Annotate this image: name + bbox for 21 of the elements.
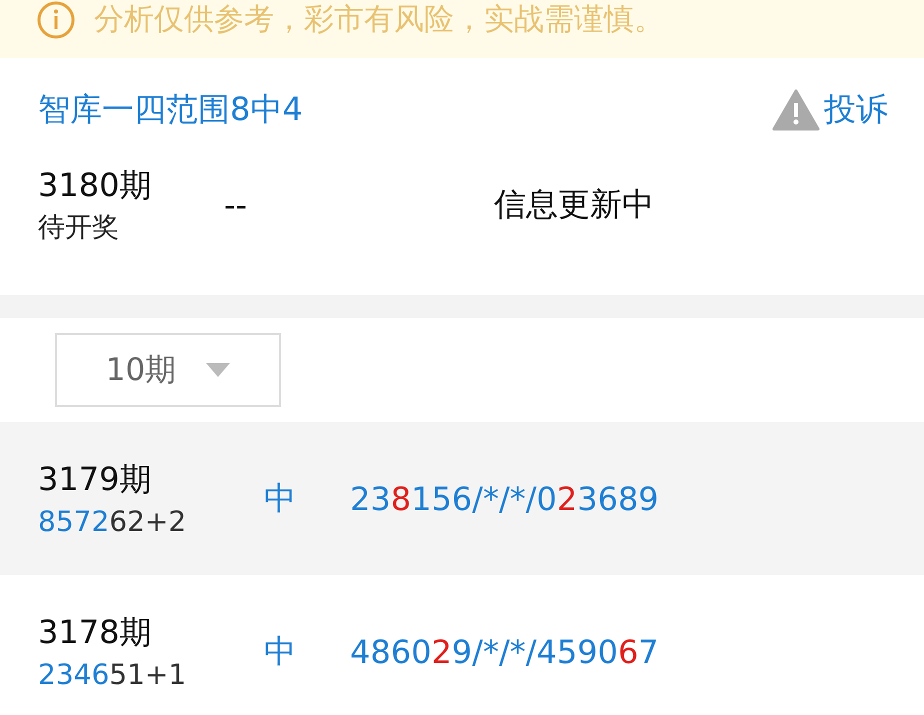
draw-result: -- [224, 186, 248, 224]
history-row[interactable]: 3179期 857262+2 中 238156/*/*/023689 [0, 422, 924, 575]
draw-status: 待开奖 [38, 211, 120, 245]
period-number: 3179期 [38, 458, 152, 500]
prediction-numbers: 238156/*/*/023689 [350, 480, 659, 518]
draw-numbers: 234651+1 [38, 656, 188, 692]
report-button[interactable]: 投诉 [772, 88, 888, 132]
period-number: 3178期 [38, 612, 152, 652]
notice-text: 分析仅供参考，彩市有风险，实战需谨慎。 [94, 1, 664, 39]
draw-numbers: 857262+2 [38, 504, 188, 540]
history-row[interactable]: 3178期 234651+1 中 486029/*/*/459067 [0, 575, 924, 715]
warning-icon [772, 89, 820, 131]
hit-mark: 中 [264, 630, 297, 672]
info-icon [36, 0, 76, 40]
period-dropdown[interactable]: 10期 [55, 333, 281, 407]
caret-icon [206, 363, 230, 377]
section-title: 智库一四范围8中4 [38, 89, 303, 130]
prediction-numbers: 486029/*/*/459067 [350, 632, 659, 670]
update-status: 信息更新中 [494, 184, 654, 225]
hit-mark: 中 [264, 478, 297, 518]
period-number: 3180期 [38, 165, 152, 206]
